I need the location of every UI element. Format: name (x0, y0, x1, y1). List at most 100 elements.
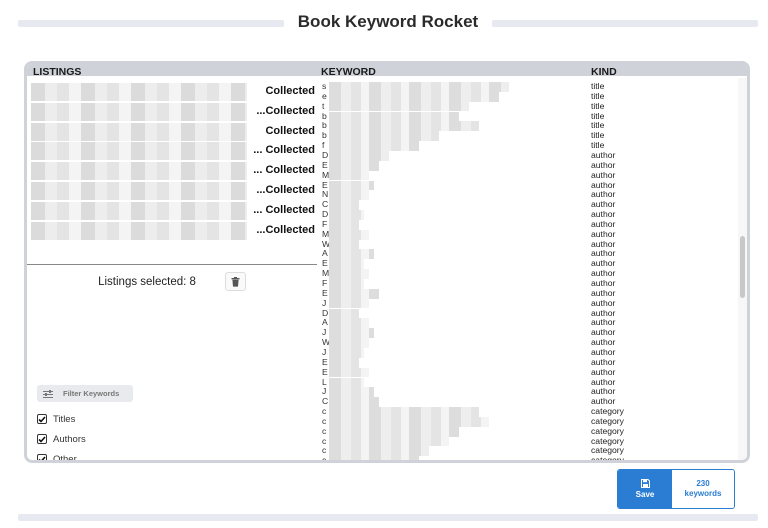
keyword-row[interactable]: Eauthor (319, 357, 739, 368)
keyword-blurred (329, 436, 449, 447)
keyword-row[interactable]: Mauthor (319, 229, 739, 240)
keyword-kind: author (591, 366, 616, 377)
listings-selected-count: Listings selected: 8 (98, 276, 196, 288)
keyword-row[interactable]: Eauthor (319, 258, 739, 270)
keyword-row[interactable]: Aauthor (319, 318, 739, 329)
listing-thumbnail-blurred (31, 83, 247, 101)
filter-option[interactable]: Authors (37, 432, 86, 446)
keyword-blurred (329, 219, 359, 230)
save-button[interactable]: Save (618, 470, 672, 508)
keyword-blurred (329, 160, 379, 171)
keyword-table: s title e title t title b title b title b title f tit… (319, 78, 747, 460)
keyword-scrollbar-thumb[interactable] (740, 236, 745, 298)
keyword-row[interactable]: e title (319, 91, 739, 102)
keyword-blurred (329, 190, 369, 201)
listing-row[interactable]: ...Collected (27, 221, 317, 241)
delete-listings-button[interactable] (225, 272, 246, 291)
floppy-disk-icon (640, 479, 650, 488)
keyword-row[interactable]: c category (319, 436, 739, 447)
keyword-row[interactable]: Jauthor (319, 387, 739, 398)
keyword-blurred (329, 249, 374, 260)
keyword-row[interactable]: Jauthor (319, 298, 739, 309)
keyword-row[interactable]: Cauthor (319, 396, 739, 407)
keyword-row[interactable]: Dauthor (319, 209, 739, 220)
keyword-row[interactable]: Nauthor (319, 190, 739, 201)
listing-row[interactable]: Collected (27, 122, 317, 142)
keyword-blurred (329, 239, 359, 250)
filter-checkbox[interactable] (37, 454, 47, 460)
listing-row[interactable]: ...Collected (27, 181, 317, 201)
keyword-kind: author (591, 169, 616, 180)
keyword-blurred (329, 367, 369, 378)
page-title: Book Keyword Rocket (297, 12, 479, 31)
keyword-row[interactable]: t title (319, 100, 739, 112)
checkmark-icon (38, 435, 46, 443)
keyword-row[interactable]: c category (319, 455, 739, 460)
listing-row[interactable]: ...Collected (27, 102, 317, 122)
listing-row[interactable]: ... Collected (27, 201, 317, 221)
keyword-row[interactable]: Wauthor (319, 337, 739, 348)
keyword-blurred (329, 229, 369, 240)
checkmark-icon (38, 415, 46, 423)
keyword-kind: title (591, 100, 605, 111)
keyword-blurred (329, 141, 419, 151)
keyword-row[interactable]: Dauthor (319, 150, 739, 161)
title-divider-right (492, 20, 758, 27)
bottom-divider (18, 514, 758, 521)
keyword-row[interactable]: c category (319, 416, 739, 427)
keyword-blurred (329, 288, 379, 299)
filter-checkbox[interactable] (37, 434, 47, 444)
keyword-row[interactable]: Dauthor (319, 308, 739, 319)
listing-status: ...Collected (256, 184, 315, 196)
keyword-row[interactable]: c category (319, 426, 739, 437)
keyword-blurred (329, 101, 469, 112)
listing-thumbnail-blurred (31, 102, 247, 121)
keyword-blurred (329, 279, 364, 289)
keyword-row[interactable]: s title (319, 81, 739, 92)
keyword-row[interactable]: Lauthor (319, 377, 739, 388)
keyword-blurred (329, 111, 459, 122)
main-panel: LISTINGS KEYWORD KIND Collected ...Collec… (24, 61, 750, 463)
keyword-blurred (329, 82, 509, 92)
keyword-row[interactable]: b title (319, 121, 739, 132)
keyword-blurred (329, 338, 369, 348)
keyword-row[interactable]: Aauthor (319, 249, 739, 260)
title-bar: Book Keyword Rocket (0, 0, 768, 48)
keyword-count: 230 keywords (672, 470, 734, 508)
listing-thumbnail-blurred (31, 142, 247, 161)
keyword-row[interactable]: Mauthor (319, 169, 739, 181)
keyword-blurred (329, 121, 479, 132)
keyword-blurred (329, 259, 364, 270)
keyword-row[interactable]: c category (319, 446, 739, 457)
filter-option[interactable]: Titles (37, 412, 75, 426)
keyword-row[interactable]: b title (319, 130, 739, 142)
listing-row[interactable]: ... Collected (27, 141, 317, 161)
keyword-row[interactable]: Cauthor (319, 199, 739, 210)
listing-row[interactable]: Collected (27, 82, 317, 102)
keyword-row[interactable]: Fauthor (319, 219, 739, 230)
keyword-row[interactable]: Eauthor (319, 160, 739, 171)
listing-row[interactable]: ... Collected (27, 161, 317, 181)
keyword-row[interactable]: Jauthor (319, 347, 739, 358)
keyword-row[interactable]: Mauthor (319, 268, 739, 279)
trash-icon (231, 276, 240, 287)
keyword-row[interactable]: b title (319, 111, 739, 122)
filter-checkbox[interactable] (37, 414, 47, 424)
keyword-blurred (329, 426, 459, 437)
keyword-row[interactable]: Wauthor (319, 239, 739, 250)
keyword-row[interactable]: Jauthor (319, 327, 739, 339)
keyword-row[interactable]: Eauthor (319, 366, 739, 378)
keyword-blurred (329, 397, 379, 407)
listing-status: ...Collected (256, 223, 315, 236)
keyword-row[interactable]: Eauthor (319, 180, 739, 191)
listing-thumbnail-blurred (31, 201, 247, 220)
keyword-row[interactable]: f title (319, 140, 739, 151)
filter-option[interactable]: Other (37, 452, 77, 460)
listings-list: Collected ...Collected Collected ... Collec… (27, 78, 317, 240)
keyword-blurred (329, 131, 439, 142)
filter-keywords-button[interactable]: Filter Keywords (37, 385, 133, 402)
keyword-row[interactable]: c category (319, 406, 739, 417)
keyword-blurred (329, 298, 369, 309)
keyword-row[interactable]: Fauthor (319, 278, 739, 289)
keyword-row[interactable]: Eauthor (319, 288, 739, 299)
